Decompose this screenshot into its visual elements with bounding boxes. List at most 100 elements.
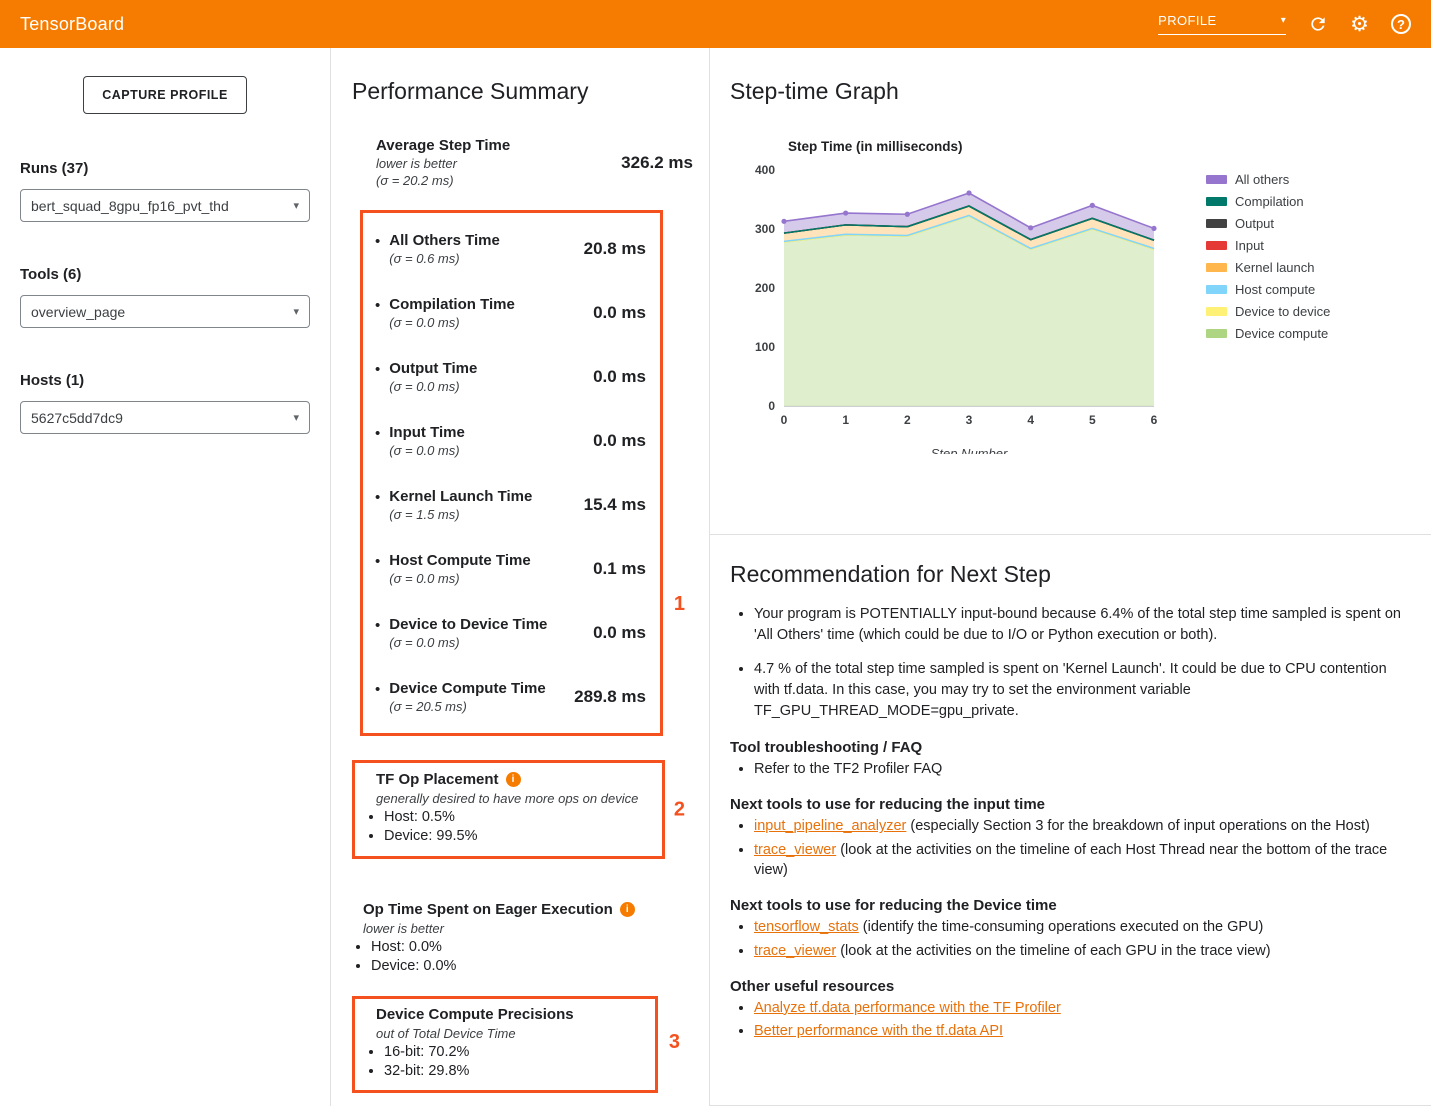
legend-item: Device compute — [1206, 326, 1330, 341]
svg-text:3: 3 — [966, 413, 973, 427]
metric-name: Compilation Time — [389, 296, 515, 313]
legend-swatch — [1206, 285, 1227, 294]
svg-text:1: 1 — [842, 413, 849, 427]
list-item: 16-bit: 70.2% — [384, 1044, 645, 1060]
eager-execution-block: Op Time Spent on Eager Execution i lower… — [352, 901, 709, 974]
help-icon[interactable]: ? — [1391, 14, 1411, 34]
metric-sigma: (σ = 0.0 ms) — [389, 571, 530, 586]
tfdata-api-link[interactable]: Better performance with the tf.data API — [754, 1023, 1003, 1039]
bullet: • — [375, 616, 380, 636]
info-icon[interactable]: i — [506, 772, 521, 787]
legend-label: Compilation — [1235, 194, 1304, 209]
legend-item: All others — [1206, 172, 1330, 187]
recommendation-bullet: 4.7 % of the total step time sampled is … — [754, 659, 1407, 722]
tf-op-placement-title: TF Op Placement i — [365, 771, 652, 788]
metric-sigma: (σ = 0.0 ms) — [389, 443, 465, 458]
info-icon[interactable]: i — [620, 902, 635, 917]
recommendation-content: Your program is POTENTIALLY input-bound … — [730, 604, 1407, 1041]
metric-name: Device Compute Time — [389, 680, 545, 697]
metric-row: • Input Time (σ = 0.0 ms) 0.0 ms — [375, 409, 646, 473]
legend-label: All others — [1235, 172, 1289, 187]
hosts-label: Hosts (1) — [20, 372, 310, 389]
tensorflow-stats-link[interactable]: tensorflow_stats — [754, 919, 859, 935]
precisions-note: out of Total Device Time — [365, 1026, 645, 1041]
capture-profile-button[interactable]: CAPTURE PROFILE — [83, 76, 247, 114]
list-item: tensorflow_stats (identify the time-cons… — [754, 917, 1407, 937]
list-item: Better performance with the tf.data API — [754, 1021, 1407, 1041]
metric-name: Device to Device Time — [389, 616, 547, 633]
resources-header: Other useful resources — [730, 978, 1407, 995]
metric-row: • Device Compute Time (σ = 20.5 ms) 289.… — [375, 665, 646, 729]
trace-viewer-link[interactable]: trace_viewer — [754, 943, 836, 959]
step-time-graph-section: Step-time Graph Step Time (in millisecon… — [710, 48, 1431, 535]
tf-op-placement-box: TF Op Placement i generally desired to h… — [352, 760, 665, 859]
metric-sigma: (σ = 1.5 ms) — [389, 507, 532, 522]
metric-value: 289.8 ms — [574, 687, 646, 707]
dashboard-selector[interactable]: PROFILE ▾ — [1158, 13, 1286, 35]
tools-label: Tools (6) — [20, 266, 310, 283]
app-header: TensorBoard PROFILE ▾ ⚙ ? — [0, 0, 1431, 48]
metric-sigma: (σ = 20.5 ms) — [389, 699, 545, 714]
section-label: TF Op Placement — [376, 771, 499, 788]
legend-label: Kernel launch — [1235, 260, 1315, 275]
recommendation-bullets: Your program is POTENTIALLY input-bound … — [730, 604, 1407, 722]
tfdata-performance-link[interactable]: Analyze tf.data performance with the TF … — [754, 1000, 1061, 1016]
chevron-down-icon: ▾ — [293, 411, 299, 424]
right-panel: Step-time Graph Step Time (in millisecon… — [710, 48, 1431, 1106]
list-item: trace_viewer (look at the activities on … — [754, 840, 1407, 881]
main-area: CAPTURE PROFILE Runs (37) bert_squad_8gp… — [0, 48, 1431, 1106]
legend-item: Kernel launch — [1206, 260, 1330, 275]
bullet: • — [375, 424, 380, 444]
svg-text:0: 0 — [781, 413, 788, 427]
metric-row: • All Others Time (σ = 0.6 ms) 20.8 ms — [375, 217, 646, 281]
list-item: input_pipeline_analyzer (especially Sect… — [754, 816, 1407, 836]
legend-swatch — [1206, 175, 1227, 184]
tools-select[interactable]: overview_page ▾ — [20, 295, 310, 328]
trace-viewer-link[interactable]: trace_viewer — [754, 842, 836, 858]
metric-name: Average Step Time — [376, 137, 510, 154]
sidebar: CAPTURE PROFILE Runs (37) bert_squad_8gp… — [0, 48, 331, 1106]
metric-row: • Host Compute Time (σ = 0.0 ms) 0.1 ms — [375, 537, 646, 601]
hosts-select-value: 5627c5dd7dc9 — [31, 410, 123, 426]
input-tools-list: input_pipeline_analyzer (especially Sect… — [730, 816, 1407, 880]
input-pipeline-analyzer-link[interactable]: input_pipeline_analyzer — [754, 818, 906, 834]
legend-label: Device compute — [1235, 326, 1328, 341]
chevron-down-icon: ▾ — [293, 199, 299, 212]
metric-row: • Compilation Time (σ = 0.0 ms) 0.0 ms — [375, 281, 646, 345]
svg-text:0: 0 — [768, 399, 775, 413]
list-item: Host: 0.0% — [371, 939, 649, 955]
svg-text:4: 4 — [1027, 413, 1034, 427]
section-label: Op Time Spent on Eager Execution — [363, 901, 613, 918]
legend-swatch — [1206, 241, 1227, 250]
gear-icon[interactable]: ⚙ — [1350, 14, 1369, 35]
runs-label: Runs (37) — [20, 160, 310, 177]
legend-swatch — [1206, 329, 1227, 338]
precisions-list: 16-bit: 70.2% 32-bit: 29.8% — [367, 1044, 645, 1079]
svg-text:5: 5 — [1089, 413, 1096, 427]
svg-text:200: 200 — [755, 281, 775, 295]
svg-text:100: 100 — [755, 340, 775, 354]
legend-swatch — [1206, 197, 1227, 206]
tools-select-value: overview_page — [31, 304, 125, 320]
list-item: Host: 0.5% — [384, 809, 652, 825]
metric-sigma: (σ = 0.0 ms) — [389, 379, 477, 394]
list-item: Device: 99.5% — [384, 828, 652, 844]
annotation-number-1: 1 — [674, 593, 685, 616]
chevron-down-icon: ▾ — [1281, 15, 1286, 26]
metric-sigma: (σ = 0.6 ms) — [389, 251, 500, 266]
runs-select-value: bert_squad_8gpu_fp16_pvt_thd — [31, 198, 229, 214]
metric-name: Input Time — [389, 424, 465, 441]
metric-value: 0.0 ms — [593, 431, 646, 451]
hosts-select[interactable]: 5627c5dd7dc9 ▾ — [20, 401, 310, 434]
device-compute-precisions-box: Device Compute Precisions out of Total D… — [352, 996, 658, 1093]
input-tools-header: Next tools to use for reducing the input… — [730, 796, 1407, 813]
recommendation-title: Recommendation for Next Step — [730, 561, 1407, 588]
refresh-icon[interactable] — [1308, 14, 1328, 34]
eager-execution-note: lower is better — [352, 921, 649, 936]
metric-value: 20.8 ms — [584, 239, 646, 259]
bullet: • — [375, 232, 380, 252]
runs-select[interactable]: bert_squad_8gpu_fp16_pvt_thd ▾ — [20, 189, 310, 222]
metric-name: Output Time — [389, 360, 477, 377]
step-time-breakdown-box: • All Others Time (σ = 0.6 ms) 20.8 ms •… — [360, 210, 663, 736]
svg-text:2: 2 — [904, 413, 911, 427]
